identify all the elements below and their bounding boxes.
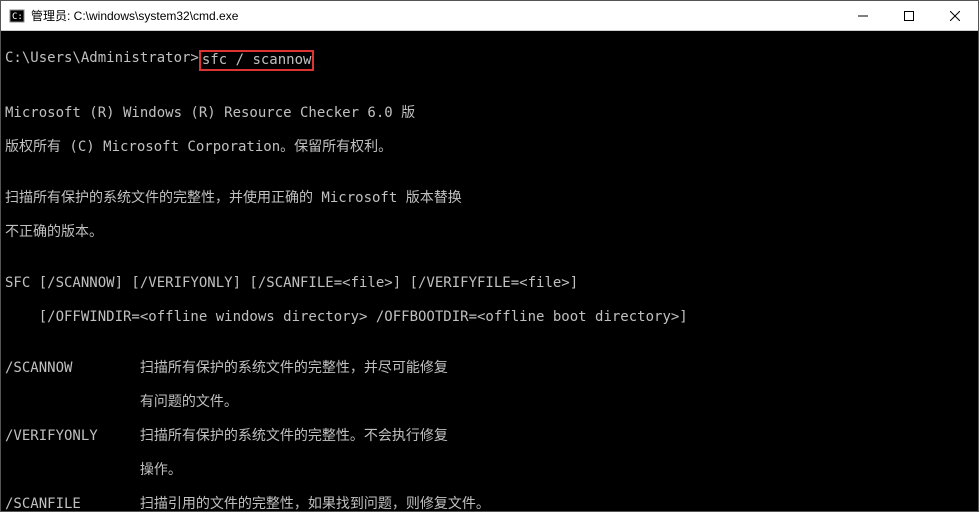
terminal-area[interactable]: C:\Users\Administrator>sfc / scannow Mic…	[1, 31, 978, 511]
window-title: 管理员: C:\windows\system32\cmd.exe	[31, 7, 840, 24]
minimize-button[interactable]	[840, 1, 886, 30]
output-line: /SCANFILE 扫描引用的文件的完整性，如果找到问题，则修复文件。	[5, 496, 974, 511]
output-line: /SCANNOW 扫描所有保护的系统文件的完整性，并尽可能修复	[5, 360, 974, 377]
output-line: 版权所有 (C) Microsoft Corporation。保留所有权利。	[5, 139, 974, 156]
output-line: Microsoft (R) Windows (R) Resource Check…	[5, 105, 974, 122]
maximize-button[interactable]	[886, 1, 932, 30]
output-line: 操作。	[5, 462, 974, 479]
window-controls	[840, 1, 978, 30]
output-line: 扫描所有保护的系统文件的完整性，并使用正确的 Microsoft 版本替换	[5, 190, 974, 207]
output-line: /VERIFYONLY 扫描所有保护的系统文件的完整性。不会执行修复	[5, 428, 974, 445]
output-line: SFC [/SCANNOW] [/VERIFYONLY] [/SCANFILE=…	[5, 275, 974, 292]
cmd-icon: C:	[9, 8, 25, 24]
output-line: 不正确的版本。	[5, 224, 974, 241]
svg-text:C:: C:	[12, 12, 23, 22]
prompt-line-1: C:\Users\Administrator>sfc / scannow	[5, 50, 974, 71]
prompt-path: C:\Users\Administrator>	[5, 50, 199, 71]
output-line: [/OFFWINDIR=<offline windows directory> …	[5, 309, 974, 326]
output-line: 有问题的文件。	[5, 394, 974, 411]
command-highlight: sfc / scannow	[199, 50, 315, 71]
close-button[interactable]	[932, 1, 978, 30]
titlebar[interactable]: C: 管理员: C:\windows\system32\cmd.exe	[1, 1, 978, 31]
